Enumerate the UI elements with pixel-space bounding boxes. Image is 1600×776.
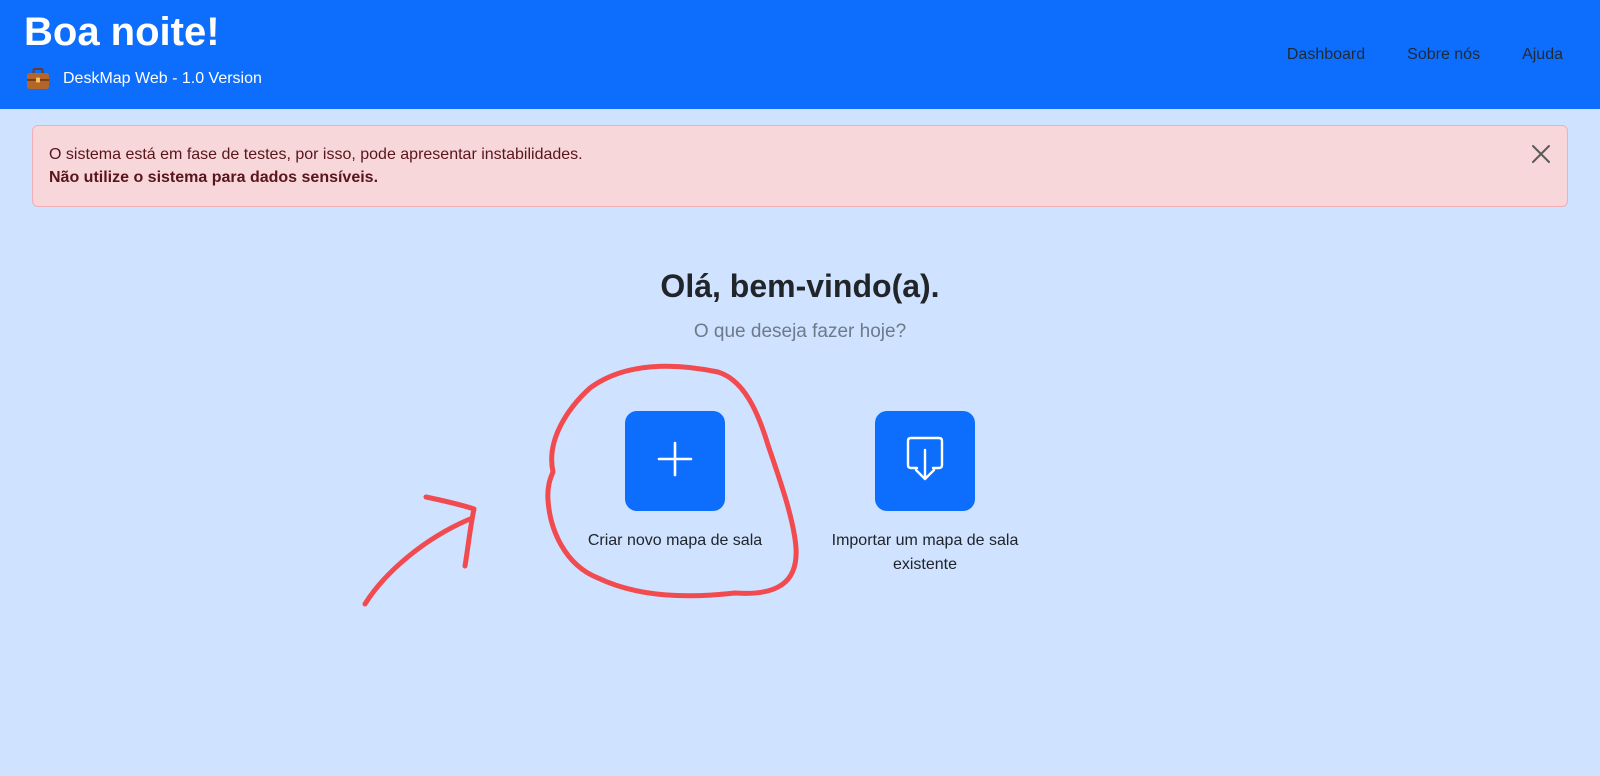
nav-about-link[interactable]: Sobre nós	[1407, 46, 1480, 64]
nav-dashboard-link[interactable]: Dashboard	[1287, 46, 1365, 64]
import-map-label[interactable]: Importar um mapa de sala existente	[815, 529, 1035, 577]
briefcase-icon	[26, 68, 50, 90]
import-map-tile[interactable]	[875, 411, 975, 511]
alert-warning: Não utilize o sistema para dados sensíve…	[49, 169, 379, 186]
import-icon	[903, 434, 947, 489]
close-icon[interactable]	[1529, 142, 1553, 166]
top-header: Boa noite! DeskMap Web - 1.0 Version Das…	[0, 0, 1600, 109]
create-map-label[interactable]: Criar novo mapa de sala	[565, 529, 785, 553]
app-version-label: DeskMap Web - 1.0 Version	[63, 70, 262, 87]
greeting-title: Boa noite!	[24, 10, 220, 54]
annotation-arrow-head	[423, 494, 477, 569]
import-map-button[interactable]: Importar um mapa de sala existente	[815, 411, 1035, 577]
welcome-subtitle: O que deseja fazer hoje?	[693, 321, 907, 342]
nav-help-link[interactable]: Ajuda	[1522, 46, 1563, 64]
red-hand-drawn-annotation	[362, 363, 799, 607]
create-map-button[interactable]: Criar novo mapa de sala	[565, 411, 785, 553]
alert-message: O sistema está em fase de testes, por is…	[49, 146, 583, 163]
plus-icon	[655, 439, 695, 484]
create-map-tile[interactable]	[625, 411, 725, 511]
app-brand: DeskMap Web - 1.0 Version	[26, 66, 262, 92]
main-nav: Dashboard Sobre nós Ajuda	[1287, 46, 1563, 64]
welcome-title: Olá, bem-vindo(a).	[660, 268, 940, 304]
annotation-arrow-shaft	[362, 516, 473, 607]
test-warning-alert: O sistema está em fase de testes, por is…	[32, 125, 1568, 207]
